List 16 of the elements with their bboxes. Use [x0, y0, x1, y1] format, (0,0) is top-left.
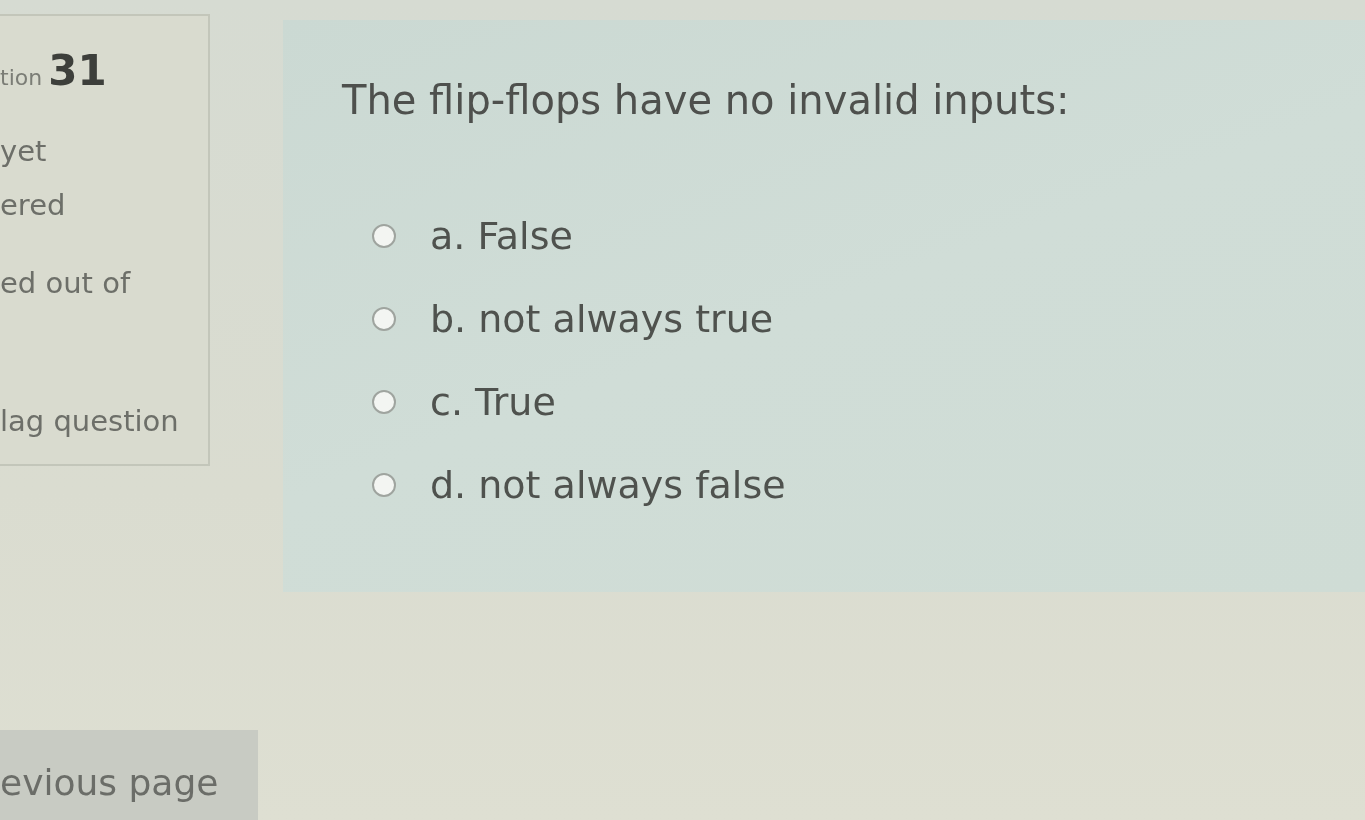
question-label: tion	[0, 65, 43, 90]
question-mark: ed out of	[0, 265, 131, 302]
radio-button[interactable]	[372, 390, 396, 414]
question-number: 31	[48, 46, 107, 95]
option-label[interactable]: c. True	[430, 380, 556, 424]
question-status: ered	[0, 187, 66, 224]
radio-button[interactable]	[372, 224, 396, 248]
question-text: The flip-flops have no invalid inputs:	[342, 76, 1070, 124]
flag-question-link[interactable]: lag question	[0, 394, 179, 448]
option-label[interactable]: b. not always true	[430, 297, 774, 341]
option-label[interactable]: a. False	[430, 214, 573, 258]
option-label[interactable]: d. not always false	[430, 463, 786, 507]
question-status: yet	[0, 133, 47, 170]
previous-page-button[interactable]: evious page	[0, 730, 258, 820]
radio-button[interactable]	[372, 307, 396, 331]
radio-button[interactable]	[372, 473, 396, 497]
